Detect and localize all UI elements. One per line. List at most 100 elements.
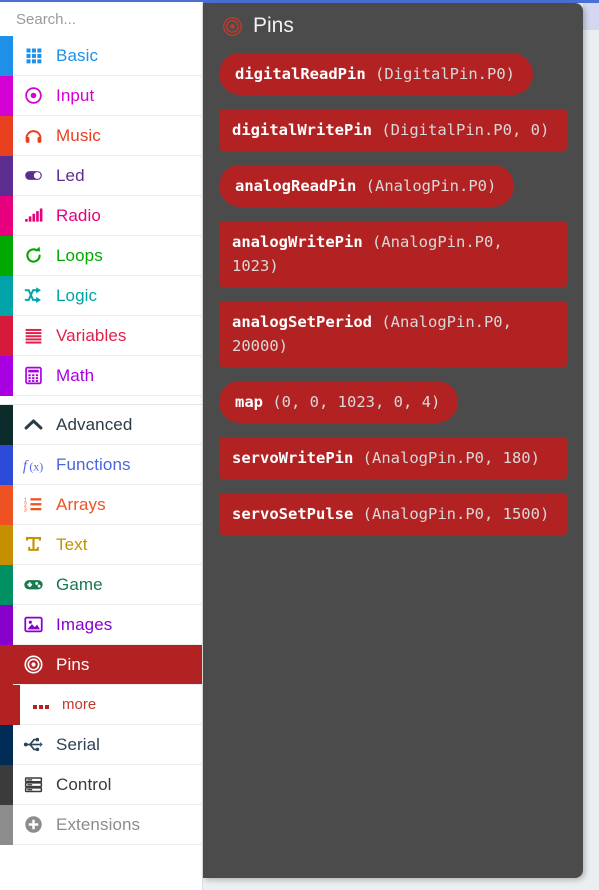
sidebar-item-arrays[interactable]: 1 2 3 Arrays [0,485,202,525]
top-right-lavender-block [583,3,599,30]
sidebar-item-label: Variables [56,325,127,345]
sidebar-item-led[interactable]: Led [0,156,202,196]
three-dots-icon [32,700,52,710]
category-color-strip [0,445,13,485]
sidebar-item-label: Logic [56,285,98,305]
block-arguments: (AnalogPin.P0, 180) [362,449,540,468]
block-arguments: (AnalogPin.P0) [365,177,497,196]
block-function-name: digitalReadPin [235,65,366,83]
text-t-icon [22,534,44,556]
block-function-name: servoSetPulse [232,505,354,524]
sidebar-item-label: Text [56,534,88,554]
sidebar-item-text[interactable]: Text [0,525,202,565]
bullseye-icon [22,654,44,676]
sidebar-item-label: Loops [56,245,103,265]
sidebar-item-basic[interactable]: Basic [0,36,202,76]
category-color-strip [0,76,13,116]
block-row: digitalReadPin (DigitalPin.P0) [219,53,583,109]
category-color-strip [0,405,13,445]
category-color-strip [0,316,13,356]
category-color-strip [0,645,13,685]
sidebar-subitem-label: more [62,696,97,713]
search-row[interactable] [0,2,232,36]
calculator-icon [22,365,44,387]
subitem-color-strip [0,685,20,725]
category-color-strip [0,276,13,316]
sidebar-item-images[interactable]: Images [0,605,202,645]
signal-bars-icon [22,205,44,227]
sidebar-item-radio[interactable]: Radio [0,196,202,236]
block-digitalwritepin[interactable]: digitalWritePin (DigitalPin.P0, 0) [219,109,567,152]
block-function-name: map [235,393,263,412]
block-arguments: (DigitalPin.P0, 0) [381,121,550,140]
block-row: digitalWritePin (DigitalPin.P0, 0) [219,109,583,152]
sidebar-item-pins[interactable]: Pins [0,645,202,685]
block-function-name: servoWritePin [232,449,354,468]
sidebar-item-label: Advanced [56,414,133,434]
sidebar-item-label: Pins [56,654,90,674]
category-color-strip [0,605,13,645]
sidebar-item-extensions[interactable]: Extensions [0,805,202,845]
sidebar-subitem-more[interactable]: more [0,685,202,725]
bullseye-icon [221,15,243,37]
toggle-icon [22,165,44,187]
block-function-name: analogSetPeriod [232,313,372,332]
sidebar-item-input[interactable]: Input [0,76,202,116]
svg-text:(x): (x) [29,459,43,473]
block-servowritepin[interactable]: servoWritePin (AnalogPin.P0, 180) [219,437,567,480]
block-arguments: (0, 0, 1023, 0, 4) [272,393,441,412]
headphones-icon [22,125,44,147]
sidebar-item-label: Basic [56,45,99,65]
block-map[interactable]: map (0, 0, 1023, 0, 4) [219,381,459,424]
category-color-strip [0,36,13,76]
sidebar-item-label: Functions [56,454,131,474]
sidebar-item-serial[interactable]: Serial [0,725,202,765]
ordered-list-icon: 123 [22,494,44,516]
gamepad-icon [22,574,44,596]
sidebar-item-logic[interactable]: Logic [0,276,202,316]
sidebar-item-game[interactable]: Game [0,565,202,605]
sidebar-item-label: Images [56,614,113,634]
sidebar-item-advanced[interactable]: Advanced [0,405,202,445]
sidebar-item-control[interactable]: Control [0,765,202,805]
sidebar-item-label: Control [56,774,112,794]
sidebar-item-math[interactable]: Math [0,356,202,396]
sidebar-item-loops[interactable]: Loops [0,236,202,276]
sidebar-item-functions[interactable]: f (x) Functions [0,445,202,485]
sidebar-item-label: Game [56,574,103,594]
target-dot-icon [22,85,44,107]
pins-flyout-panel: Pins digitalReadPin (DigitalPin.P0) digit… [203,3,583,878]
block-servosetpulse[interactable]: servoSetPulse (AnalogPin.P0, 1500) [219,493,567,536]
search-input[interactable] [16,10,215,28]
category-color-strip [0,116,13,156]
block-arguments: (DigitalPin.P0) [375,65,515,83]
category-color-strip [0,765,13,805]
category-color-strip [0,236,13,276]
sidebar-item-music[interactable]: Music [0,116,202,156]
server-icon [22,774,44,796]
category-color-strip [0,156,13,196]
sidebar-item-label: Radio [56,205,101,225]
usb-icon [22,734,44,756]
block-row: analogWritePin (AnalogPin.P0, 1023) [219,221,583,288]
svg-text:f: f [23,458,29,474]
category-color-strip [0,525,13,565]
block-analogwritepin[interactable]: analogWritePin (AnalogPin.P0, 1023) [219,221,567,288]
category-color-strip [0,565,13,605]
sidebar-item-label: Arrays [56,494,106,514]
block-analogsetperiod[interactable]: analogSetPeriod (AnalogPin.P0, 20000) [219,301,567,368]
block-row: analogSetPeriod (AnalogPin.P0, 20000) [219,301,583,368]
block-row: servoSetPulse (AnalogPin.P0, 1500) [219,493,583,536]
chevron-up-icon [22,414,44,436]
sidebar-item-label: Input [56,85,95,105]
category-color-strip [0,485,13,525]
svg-text:3: 3 [23,507,26,513]
sidebar-item-label: Serial [56,734,101,754]
flyout-title: Pins [253,14,294,37]
block-function-name: digitalWritePin [232,121,372,140]
block-function-name: analogWritePin [232,233,363,252]
function-icon: f (x) [22,454,44,476]
block-analogreadpin[interactable]: analogReadPin (AnalogPin.P0) [219,165,515,208]
block-digitalreadpin[interactable]: digitalReadPin (DigitalPin.P0) [219,53,533,96]
sidebar-item-variables[interactable]: Variables [0,316,202,356]
